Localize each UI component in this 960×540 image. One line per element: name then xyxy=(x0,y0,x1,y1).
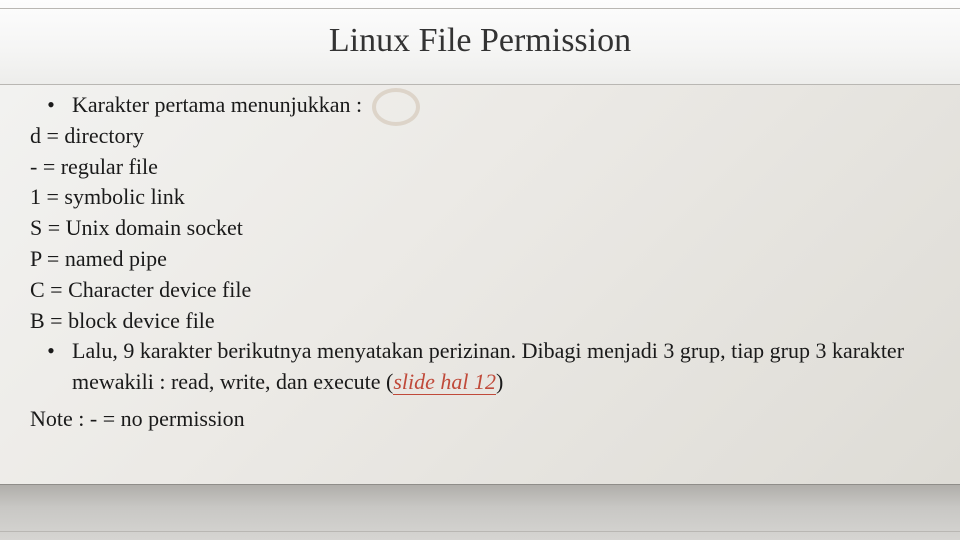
bullet-glyph: • xyxy=(30,90,72,121)
definition-line: P = named pipe xyxy=(30,244,930,275)
definition-line: B = block device file xyxy=(30,306,930,337)
definition-line: C = Character device file xyxy=(30,275,930,306)
slide-content: •Karakter pertama menunjukkan : d = dire… xyxy=(30,90,930,435)
slide-reference-link[interactable]: slide hal 12 xyxy=(393,369,496,395)
divider-line xyxy=(0,8,960,9)
bullet-glyph: • xyxy=(30,336,72,367)
slide: Linux File Permission •Karakter pertama … xyxy=(0,0,960,540)
bullet-text: Karakter pertama menunjukkan : xyxy=(72,90,926,121)
definition-line: S = Unix domain socket xyxy=(30,213,930,244)
definition-line: 1 = symbolic link xyxy=(30,182,930,213)
definition-line: - = regular file xyxy=(30,152,930,183)
divider-line xyxy=(0,484,960,485)
divider-line xyxy=(0,84,960,85)
bullet-text: Lalu, 9 karakter berikutnya menyatakan p… xyxy=(72,336,926,398)
note-line: Note : - = no permission xyxy=(30,404,930,435)
bullet-item: •Karakter pertama menunjukkan : xyxy=(30,90,930,121)
text-fragment: ) xyxy=(496,369,503,394)
bullet-item: •Lalu, 9 karakter berikutnya menyatakan … xyxy=(30,336,930,398)
divider-line xyxy=(0,531,960,532)
slide-title: Linux File Permission xyxy=(0,22,960,60)
definition-line: d = directory xyxy=(30,121,930,152)
